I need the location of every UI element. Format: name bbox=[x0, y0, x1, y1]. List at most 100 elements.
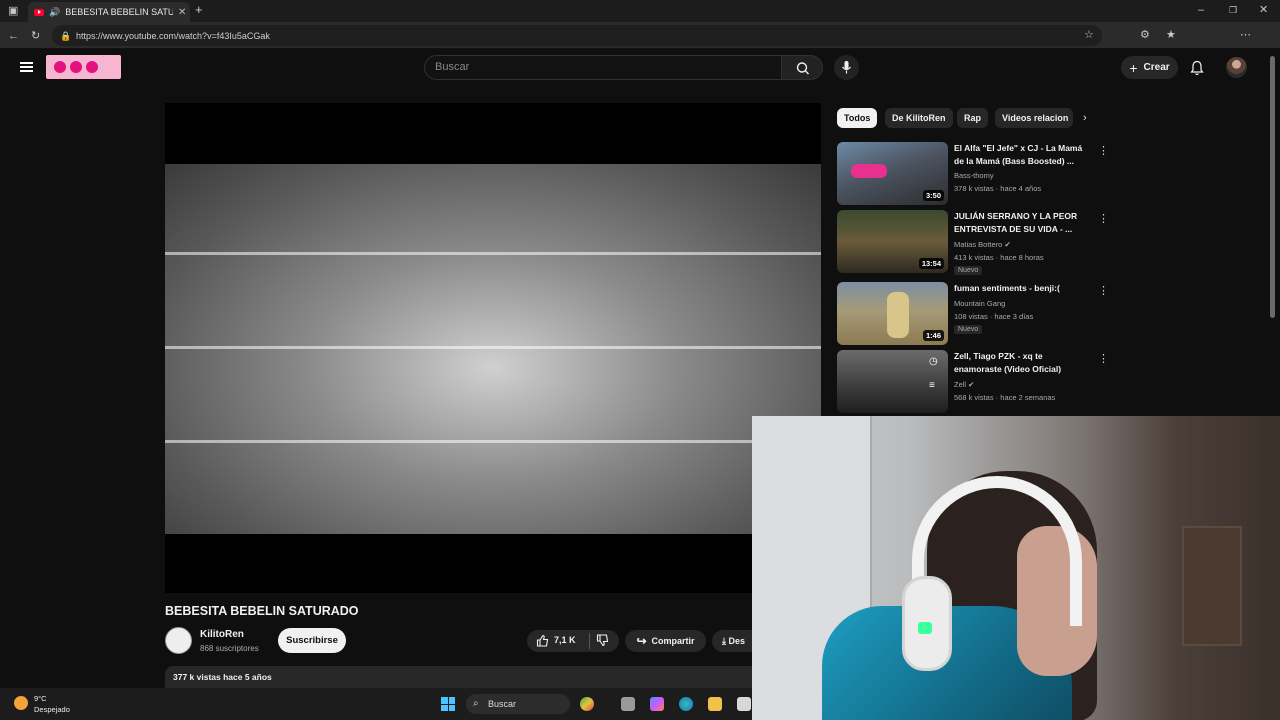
search-icon bbox=[796, 62, 809, 75]
like-button[interactable] bbox=[536, 634, 549, 649]
download-label: Des bbox=[728, 636, 745, 646]
kebab-icon[interactable]: ⋮ bbox=[1098, 352, 1109, 365]
windows-icon[interactable] bbox=[441, 697, 455, 711]
chevron-right-icon[interactable]: › bbox=[1083, 112, 1087, 124]
back-icon[interactable]: ← bbox=[8, 30, 19, 42]
restore-icon[interactable]: ❐ bbox=[1229, 4, 1237, 16]
rec-title[interactable]: fuman sentiments - benji:( bbox=[954, 282, 1092, 295]
create-button[interactable]: + Crear bbox=[1121, 56, 1178, 79]
menu-icon[interactable] bbox=[20, 62, 33, 72]
favorites-bar-icon[interactable]: ★ bbox=[1166, 29, 1176, 41]
like-count: 7,1 K bbox=[554, 635, 576, 645]
video-title: BEBESITA BEBELIN SATURADO bbox=[165, 604, 359, 618]
page-scrollbar[interactable] bbox=[1270, 56, 1275, 318]
plus-icon: + bbox=[1129, 59, 1138, 76]
rec-channel[interactable]: Bass-thomy bbox=[954, 171, 994, 180]
weather-condition: Despejado bbox=[34, 705, 70, 714]
rec-channel[interactable]: Zell ✔ bbox=[954, 380, 974, 389]
share-button[interactable]: ↪ Compartir bbox=[625, 630, 706, 652]
browser-tabstrip: ▣ 🔊 BEBESITA BEBELIN SATURADO ✕ + – ❐ ✕ bbox=[0, 0, 1280, 22]
search-input[interactable]: Buscar bbox=[424, 55, 782, 80]
widget-icon[interactable] bbox=[580, 697, 594, 711]
background-shelf bbox=[1182, 526, 1242, 646]
rec-title[interactable]: El Alfa "El Jefe" x CJ - La Mamá de la M… bbox=[954, 142, 1092, 168]
rec-meta: 568 k vistas · hace 2 semanas bbox=[954, 393, 1056, 402]
taskbar bbox=[0, 688, 752, 720]
site-info-icon[interactable]: 🔒 bbox=[60, 30, 71, 42]
description-box[interactable]: 377 k vistas hace 5 años bbox=[165, 666, 805, 688]
video-thumbnail[interactable]: 13:54 bbox=[837, 210, 948, 273]
favorite-icon[interactable]: ☆ bbox=[1084, 29, 1094, 41]
kebab-icon[interactable]: ⋮ bbox=[1098, 144, 1109, 157]
channel-avatar[interactable] bbox=[165, 627, 192, 654]
duration-badge: 13:54 bbox=[918, 258, 944, 269]
avatar[interactable] bbox=[1226, 57, 1247, 78]
voice-search-button[interactable] bbox=[834, 55, 859, 80]
rec-meta: 108 vistas · hace 3 días bbox=[954, 312, 1034, 321]
chip-videos-relacionados[interactable]: Videos relacion bbox=[995, 108, 1073, 128]
watch-later-icon[interactable]: ◷ bbox=[929, 356, 938, 367]
youtube-favicon-icon bbox=[34, 8, 44, 16]
task-view-icon[interactable] bbox=[621, 697, 635, 711]
rec-meta: 378 k vistas · hace 4 años bbox=[954, 184, 1042, 193]
search-icon: ⌕ bbox=[473, 698, 479, 709]
video-frame bbox=[165, 164, 821, 534]
person-shape bbox=[887, 292, 909, 338]
share-label: Compartir bbox=[651, 636, 695, 646]
duration-badge: 1:46 bbox=[922, 330, 944, 341]
list-item[interactable]: 3:50 El Alfa "El Jefe" x CJ - La Mamá de… bbox=[837, 142, 1109, 208]
browser-tab[interactable]: 🔊 BEBESITA BEBELIN SATURADO ✕ bbox=[28, 2, 190, 22]
dislike-button[interactable] bbox=[596, 634, 609, 649]
subscribe-button[interactable]: Suscribirse bbox=[278, 628, 346, 653]
edge-icon[interactable] bbox=[679, 697, 693, 711]
channel-logo[interactable] bbox=[46, 55, 121, 79]
audio-icon[interactable]: 🔊 bbox=[49, 6, 60, 18]
rec-channel[interactable]: Mountain Gang bbox=[954, 299, 1005, 308]
rec-meta: 413 k vistas · hace 8 horas bbox=[954, 253, 1044, 262]
add-to-queue-icon[interactable]: ≡ bbox=[929, 380, 935, 391]
channel-name[interactable]: KilitoRen bbox=[200, 629, 244, 640]
weather-icon[interactable] bbox=[14, 696, 28, 710]
window-close-icon[interactable]: ✕ bbox=[1259, 4, 1268, 16]
like-divider bbox=[589, 633, 590, 649]
list-item[interactable]: ◷ ≡ Zell, Tiago PZK - xq te enamoraste (… bbox=[837, 350, 1109, 416]
rec-channel[interactable]: Matias Bottero ✔ bbox=[954, 240, 1011, 249]
url-field[interactable]: 🔒 https://www.youtube.com/watch?v=f43Iu5… bbox=[52, 25, 1102, 46]
rec-title[interactable]: Zell, Tiago PZK - xq te enamoraste (Vide… bbox=[954, 350, 1092, 376]
kebab-icon[interactable]: ⋮ bbox=[1098, 212, 1109, 225]
more-icon[interactable]: ⋯ bbox=[1240, 29, 1251, 41]
video-thumbnail[interactable]: 3:50 bbox=[837, 142, 948, 205]
extensions-icon[interactable]: ⚙ bbox=[1140, 29, 1150, 41]
bell-icon[interactable] bbox=[1190, 60, 1204, 76]
copilot-icon[interactable] bbox=[650, 697, 664, 711]
list-item[interactable]: 1:46 fuman sentiments - benji:( Mountain… bbox=[837, 282, 1109, 348]
kebab-icon[interactable]: ⋮ bbox=[1098, 284, 1109, 297]
search-button[interactable] bbox=[781, 55, 823, 80]
new-badge: Nuevo bbox=[954, 266, 983, 275]
video-thumbnail[interactable]: ◷ ≡ bbox=[837, 350, 948, 413]
headset-cup bbox=[902, 576, 952, 671]
store-icon[interactable] bbox=[737, 697, 751, 711]
new-tab-icon[interactable]: + bbox=[195, 3, 203, 16]
car-shape bbox=[851, 164, 887, 178]
like-icon bbox=[536, 634, 549, 647]
video-stats: 377 k vistas hace 5 años bbox=[173, 672, 272, 682]
tab-actions-icon[interactable]: ▣ bbox=[8, 5, 18, 17]
mic-icon bbox=[842, 61, 851, 74]
share-icon: ↪ bbox=[636, 634, 647, 648]
rec-title[interactable]: JULIÁN SERRANO Y LA PEOR ENTREVISTA DE S… bbox=[954, 210, 1092, 236]
chip-rap[interactable]: Rap bbox=[957, 108, 989, 128]
video-thumbnail[interactable]: 1:46 bbox=[837, 282, 948, 345]
taskbar-search[interactable]: ⌕ Buscar bbox=[466, 694, 570, 714]
thumbnail-caption-art bbox=[847, 242, 937, 256]
reload-icon[interactable]: ↻ bbox=[31, 30, 40, 42]
duration-badge: 3:50 bbox=[922, 190, 944, 201]
file-explorer-icon[interactable] bbox=[708, 697, 722, 711]
subscriber-count: 868 suscriptores bbox=[200, 644, 259, 653]
chip-de-kilitoren[interactable]: De KilitoRen bbox=[885, 108, 953, 128]
video-player[interactable] bbox=[165, 103, 821, 593]
list-item[interactable]: 13:54 JULIÁN SERRANO Y LA PEOR ENTREVIST… bbox=[837, 210, 1109, 276]
chip-todos[interactable]: Todos bbox=[837, 108, 878, 128]
tab-close-icon[interactable]: ✕ bbox=[178, 7, 190, 18]
minimize-icon[interactable]: – bbox=[1198, 4, 1204, 16]
